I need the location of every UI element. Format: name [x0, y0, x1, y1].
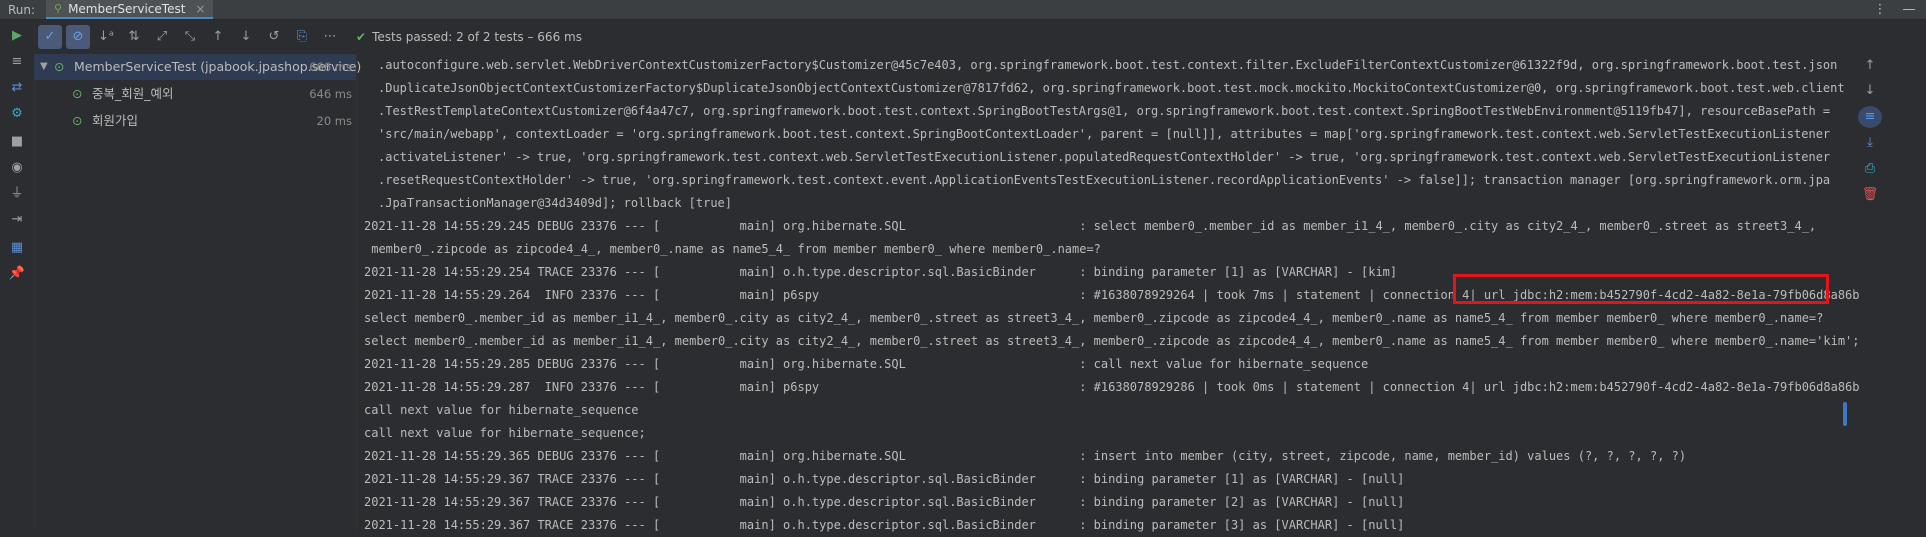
check-circle-icon: ⊙ — [72, 113, 83, 128]
toggle-auto-test-icon[interactable]: ⇄ — [5, 78, 29, 98]
sort-duration-icon[interactable]: ⇅ — [122, 25, 146, 49]
scrollbar-thumb[interactable] — [1843, 402, 1847, 426]
tree-item-row[interactable]: ⊙ 회원가입 20 ms — [34, 108, 356, 134]
run-label: Run: — [8, 2, 36, 17]
tree-root-time: 666 ms — [309, 60, 352, 74]
export-icon[interactable]: ⎘ — [290, 25, 314, 49]
options-menu-icon[interactable]: ⋮ — [1868, 2, 1892, 17]
console-line: 'src/main/webapp', contextLoader = 'org.… — [378, 127, 1831, 141]
console-line: 2021-11-28 14:55:29.285 DEBUG 23376 --- … — [364, 357, 1369, 371]
layout-icon[interactable]: ▦ — [5, 238, 29, 258]
clear-all-icon[interactable]: 🗑 — [1858, 184, 1882, 206]
history-icon[interactable]: ↺ — [262, 25, 286, 49]
tab-label: MemberServiceTest — [68, 1, 186, 16]
console-line: .JpaTransactionManager@34d3409d]; rollba… — [378, 196, 733, 210]
console-line: 2021-11-28 14:55:29.245 DEBUG 23376 --- … — [364, 219, 1817, 233]
test-config-icon: ⚲ — [54, 2, 63, 15]
show-passed-icon[interactable]: ✓ — [38, 25, 62, 49]
rerun-failed-icon[interactable]: ≡ — [5, 52, 29, 72]
console-line: select member0_.member_id as member_i1_4… — [364, 334, 1860, 348]
tree-item-time: 20 ms — [316, 114, 352, 128]
window-controls: ⋮ — — [1868, 0, 1926, 19]
expand-all-icon[interactable]: ⤢ — [150, 25, 174, 49]
previous-failed-icon[interactable]: ↑ — [206, 25, 230, 49]
tree-item-label: 회원가입 — [92, 113, 139, 128]
show-ignored-icon[interactable]: ⊘ — [66, 25, 90, 49]
tree-root-row[interactable]: ▼ ⊙ MemberServiceTest (jpabook.jpashop.s… — [34, 54, 361, 80]
status-text: Tests passed: 2 of 2 tests – 666 ms — [372, 30, 582, 44]
test-toolbar: ✓ ⊘ ↓ᵃ ⇅ ⤢ ⤡ ↑ ↓ ↺ ⎘ ⋯ — [34, 20, 356, 54]
test-tree: ▼ ⊙ MemberServiceTest (jpabook.jpashop.s… — [34, 54, 361, 532]
print-icon[interactable]: ⎙ — [1858, 158, 1882, 180]
console-line: 2021-11-28 14:55:29.365 DEBUG 23376 --- … — [364, 449, 1687, 463]
sort-alpha-icon[interactable]: ↓ᵃ — [94, 25, 118, 49]
console-line: call next value for hibernate_sequence — [364, 403, 639, 417]
left-toolbar: ▶ ≡ ⇄ ⚙ ■ ◉ ⏚ ⇥ ▦ 📌 — [0, 20, 35, 532]
console-line: .autoconfigure.web.servlet.WebDriverCont… — [378, 58, 1838, 72]
camera-icon[interactable]: ◉ — [5, 158, 29, 178]
more-options-icon[interactable]: ⋯ — [318, 25, 342, 49]
console-line: 2021-11-28 14:55:29.287 INFO 23376 --- [… — [364, 380, 1860, 394]
check-circle-icon: ⊙ — [72, 86, 83, 101]
check-circle-icon: ✔ — [356, 30, 367, 44]
exit-icon[interactable]: ⇥ — [5, 210, 29, 230]
settings-gear-icon[interactable]: ⚙ — [5, 104, 29, 124]
console-line: 2021-11-28 14:55:29.367 TRACE 23376 --- … — [364, 472, 1405, 486]
chevron-down-icon[interactable]: ▼ — [40, 54, 48, 80]
url-highlight-box — [1453, 274, 1829, 304]
stop-icon[interactable]: ■ — [5, 132, 29, 152]
tree-item-time: 646 ms — [309, 87, 352, 101]
console-line: .resetRequestContextHolder' -> true, 'or… — [378, 173, 1831, 187]
console-line: .TestRestTemplateContextCustomizer@6f4a4… — [378, 104, 1831, 118]
test-status: ✔ Tests passed: 2 of 2 tests – 666 ms — [356, 20, 582, 54]
tab-member-service-test[interactable]: ⚲ MemberServiceTest × — [46, 0, 214, 19]
rerun-icon[interactable]: ▶ — [5, 26, 29, 46]
console-line: member0_.zipcode as zipcode4_4_, member0… — [364, 242, 1101, 256]
console-line: 2021-11-28 14:55:29.367 TRACE 23376 --- … — [364, 495, 1405, 509]
run-tool-window-header: Run: ⚲ MemberServiceTest × ⋮ — — [0, 0, 1926, 20]
tree-item-row[interactable]: ⊙ 중복_회원_예외 646 ms — [34, 81, 356, 107]
console-line: .DuplicateJsonObjectContextCustomizerFac… — [378, 81, 1845, 95]
console-line: .activateListener' -> true, 'org.springf… — [378, 150, 1831, 164]
scroll-to-end-icon[interactable]: ⤓ — [1858, 132, 1882, 154]
tree-item-label: 중복_회원_예외 — [92, 86, 174, 101]
pin-icon[interactable]: 📌 — [5, 264, 29, 284]
console-line: 2021-11-28 14:55:29.367 TRACE 23376 --- … — [364, 518, 1405, 532]
collapse-all-icon[interactable]: ⤡ — [178, 25, 202, 49]
close-tab-icon[interactable]: × — [195, 2, 205, 16]
console-line: 2021-11-28 14:55:29.254 TRACE 23376 --- … — [364, 265, 1398, 279]
minimize-icon[interactable]: — — [1892, 2, 1926, 17]
plug-icon[interactable]: ⏚ — [5, 184, 29, 204]
scroll-up-icon[interactable]: ↑ — [1858, 55, 1882, 77]
check-circle-icon: ⊙ — [54, 59, 65, 74]
console-line: select member0_.member_id as member_i1_4… — [364, 311, 1824, 325]
console-line: call next value for hibernate_sequence; — [364, 426, 646, 440]
next-failed-icon[interactable]: ↓ — [234, 25, 258, 49]
soft-wrap-icon[interactable]: ≡ — [1858, 106, 1882, 128]
scroll-down-icon[interactable]: ↓ — [1858, 80, 1882, 102]
